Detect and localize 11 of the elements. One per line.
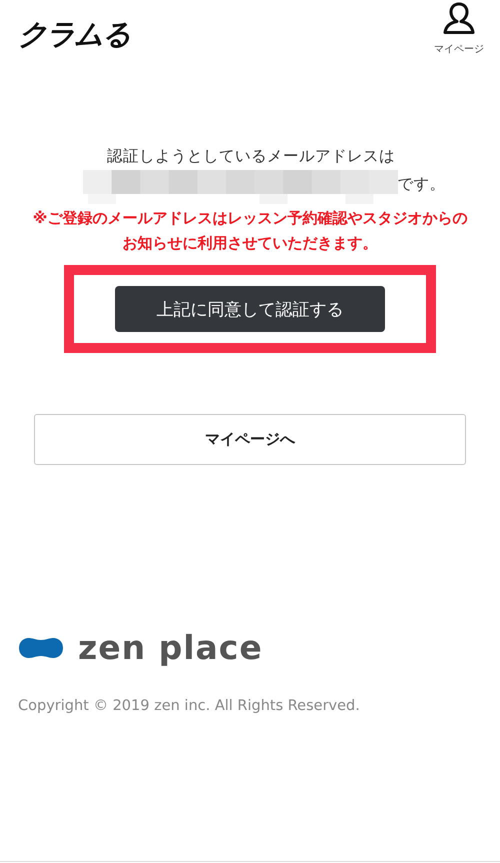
notice-text: ※ご登録のメールアドレスはレッスン予約確認やスタジオからのお知らせに利用させていただきます。	[32, 208, 468, 254]
brand-name: zen place	[78, 628, 263, 668]
mypage-button[interactable]: マイページへ	[34, 414, 466, 465]
confirm-button[interactable]: 上記に同意して認証する	[115, 286, 385, 332]
brand-logo-icon	[18, 637, 64, 659]
copyright-text: Copyright © 2019 zen inc. All Rights Reserved.	[18, 698, 361, 714]
mypage-link[interactable]: マイページ	[434, 2, 484, 56]
message-text: 認証しようとしているメールアドレスは	[106, 146, 396, 167]
message-text: です。	[398, 174, 446, 195]
logo[interactable]: クラムる	[18, 14, 130, 54]
user-icon	[442, 2, 476, 34]
